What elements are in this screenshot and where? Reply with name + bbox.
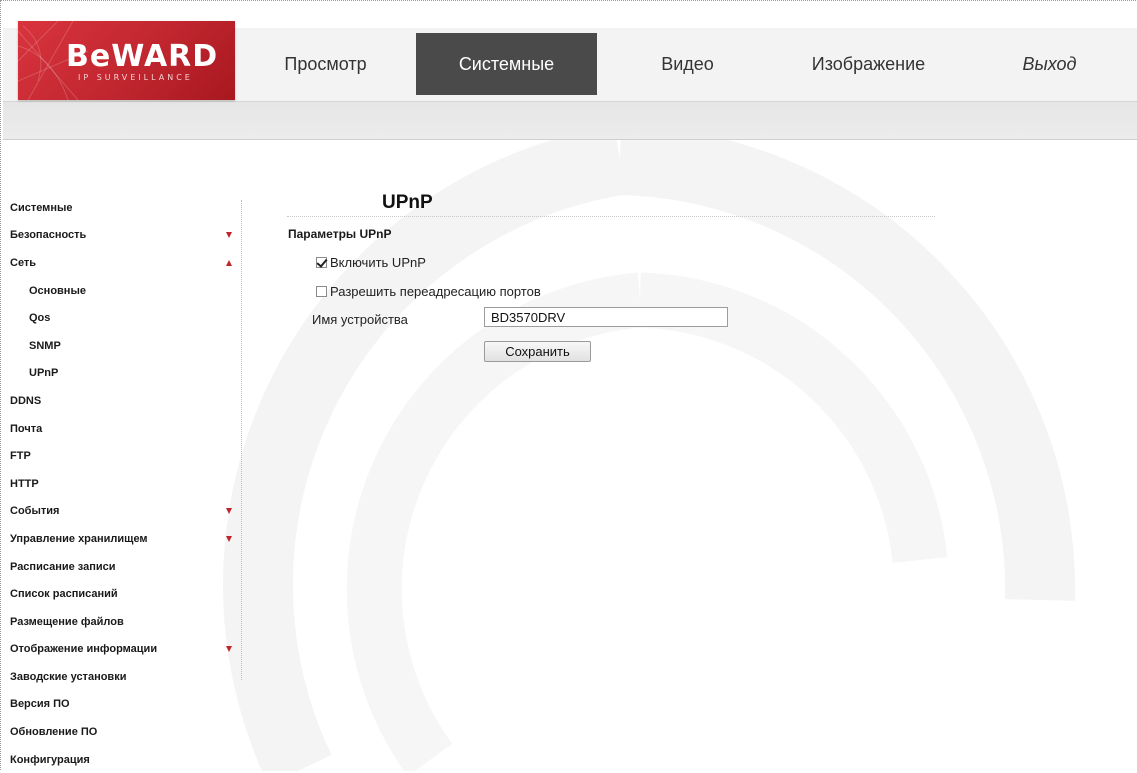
sidebar-item-label: Qos <box>29 312 51 325</box>
sidebar-item-qos[interactable]: Qos <box>10 304 242 332</box>
sidebar-item-events[interactable]: События <box>10 498 242 526</box>
sidebar-item-system[interactable]: Системные <box>10 194 242 222</box>
expand-arrow-icon[interactable] <box>226 535 232 542</box>
expand-arrow-icon[interactable] <box>226 646 232 653</box>
sidebar-item-configuration[interactable]: Конфигурация <box>10 746 242 773</box>
expand-arrow-icon[interactable] <box>226 508 232 515</box>
device-name-label: Имя устройства <box>312 312 408 327</box>
sidebar-item-label: Размещение файлов <box>10 615 124 628</box>
page-title: UPnP <box>382 192 433 213</box>
sidebar-item-label: Почта <box>10 422 43 435</box>
sidebar-item-label: DDNS <box>10 394 42 407</box>
sidebar-item-label: Версия ПО <box>10 698 70 711</box>
sidebar-item-snmp[interactable]: SNMP <box>10 332 242 360</box>
sidebar-item-label: Конфигурация <box>10 753 90 766</box>
save-button[interactable]: Сохранить <box>484 341 591 362</box>
sidebar-item-label: Список расписаний <box>10 588 118 601</box>
sidebar-item-http[interactable]: HTTP <box>10 470 242 498</box>
sidebar-item-firmware-version[interactable]: Версия ПО <box>10 691 242 719</box>
sidebar-item-network[interactable]: Сеть <box>10 249 242 277</box>
sidebar-item-label: События <box>10 505 60 518</box>
brand-logo[interactable]: BeWARD IP SURVEILLANCE <box>18 21 235 100</box>
port-forwarding-checkbox[interactable] <box>316 286 327 297</box>
sidebar-item-label: HTTP <box>10 477 39 490</box>
sidebar-item-label: SNMP <box>29 339 61 352</box>
tab-logout[interactable]: Выход <box>959 33 1137 95</box>
sidebar-item-info-display[interactable]: Отображение информации <box>10 636 242 664</box>
brand-name: BeWARD <box>66 39 219 74</box>
sidebar-item-ddns[interactable]: DDNS <box>10 387 242 415</box>
enable-upnp-label[interactable]: Включить UPnP <box>330 255 426 270</box>
sidebar-item-storage[interactable]: Управление хранилищем <box>10 525 242 553</box>
sidebar-item-label: Безопасность <box>10 229 87 242</box>
enable-upnp-row: Включить UPnP <box>316 255 426 270</box>
port-forwarding-row: Разрешить переадресацию портов <box>316 284 541 299</box>
tab-video[interactable]: Видео <box>597 33 778 95</box>
sidebar-item-label: Основные <box>29 284 86 297</box>
sidebar-item-factory-reset[interactable]: Заводские установки <box>10 663 242 691</box>
sidebar-item-label: Отображение информации <box>10 643 158 656</box>
tab-image[interactable]: Изображение <box>778 33 959 95</box>
header-subbar <box>3 101 1137 140</box>
sidebar-item-upnp[interactable]: UPnP <box>10 360 242 388</box>
sidebar-item-label: Обновление ПО <box>10 726 98 739</box>
main-nav: Просмотр Системные Видео Изображение Вых… <box>235 33 1137 95</box>
sidebar-item-mail[interactable]: Почта <box>10 415 242 443</box>
sidebar-item-label: Сеть <box>10 256 37 269</box>
collapse-arrow-icon[interactable] <box>226 259 232 266</box>
section-heading: Параметры UPnP <box>288 227 392 241</box>
sidebar-menu: Системные Безопасность Сеть Основные Qos… <box>10 194 242 773</box>
sidebar-item-label: FTP <box>10 450 31 463</box>
sidebar-item-security[interactable]: Безопасность <box>10 222 242 250</box>
device-name-input[interactable] <box>484 307 728 327</box>
port-forwarding-label[interactable]: Разрешить переадресацию портов <box>330 284 541 299</box>
sidebar-item-label: UPnP <box>29 367 59 380</box>
sidebar-item-label: Расписание записи <box>10 560 116 573</box>
sidebar-item-firmware-update[interactable]: Обновление ПО <box>10 718 242 746</box>
sidebar-item-file-placement[interactable]: Размещение файлов <box>10 608 242 636</box>
sidebar-item-ftp[interactable]: FTP <box>10 442 242 470</box>
sidebar-item-label: Системные <box>10 201 73 214</box>
tab-view[interactable]: Просмотр <box>235 33 416 95</box>
expand-arrow-icon[interactable] <box>226 232 232 239</box>
title-divider <box>287 216 935 217</box>
sidebar-item-basic[interactable]: Основные <box>10 277 242 305</box>
sidebar-item-schedule-list[interactable]: Список расписаний <box>10 580 242 608</box>
sidebar-item-label: Заводские установки <box>10 670 127 683</box>
sidebar-divider <box>241 200 242 680</box>
enable-upnp-checkbox[interactable] <box>316 257 327 268</box>
sidebar-item-label: Управление хранилищем <box>10 532 148 545</box>
tab-system[interactable]: Системные <box>416 33 597 95</box>
brand-tagline: IP SURVEILLANCE <box>78 73 193 82</box>
sidebar-item-record-schedule[interactable]: Расписание записи <box>10 553 242 581</box>
